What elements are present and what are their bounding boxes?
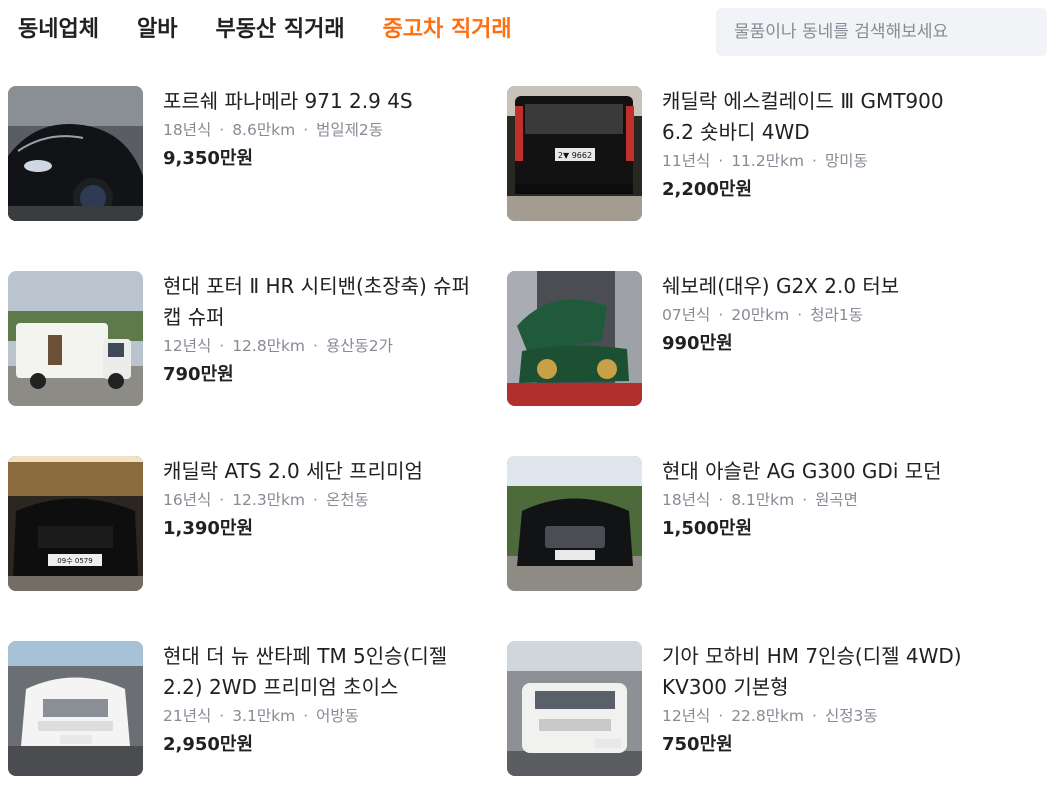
listing-price: 1,500만원 (662, 518, 753, 539)
listing-location: 어방동 (316, 707, 359, 725)
listing-title[interactable]: 캐딜락 에스컬레이드 Ⅲ GMT900 6.2 숏바디 4WD (662, 86, 972, 148)
listing-info: 현대 포터 Ⅱ HR 시티밴(초장축) 슈퍼캡 슈퍼 12년식 · 12.8만km ·… (163, 271, 473, 389)
listing-meta: 12년식 · 12.8만km · 용산동2가 (163, 334, 473, 358)
listing-location: 온천동 (325, 491, 369, 509)
listing-photo-santafe[interactable] (8, 641, 143, 776)
listing-location: 범일제2동 (316, 121, 384, 139)
meta-separator: · (219, 121, 225, 139)
meta-separator: · (313, 491, 318, 509)
listing-title[interactable]: 쉐보레(대우) G2X 2.0 터보 (662, 271, 972, 302)
listing-info: 포르쉐 파나메라 971 2.9 4S 18년식 · 8.6만km · 범일제2동 9,… (163, 86, 473, 173)
listing-year: 07년식 (662, 306, 711, 324)
listing-photo-escalade[interactable]: 2▼ 9662 (507, 86, 642, 221)
listing-mileage: 20만km (731, 306, 790, 324)
listing-title[interactable]: 캐딜락 ATS 2.0 세단 프리미엄 (163, 456, 473, 487)
listing-info: 기아 모하비 HM 7인승(디젤 4WD) KV300 기본형 12년식 · 22.… (662, 641, 972, 759)
listing-mileage: 3.1만km (232, 707, 296, 725)
listing-mileage: 12.8만km (232, 337, 306, 355)
meta-separator: · (303, 707, 309, 725)
listing-location: 청라1동 (810, 306, 863, 324)
listing-year: 11년식 (662, 152, 711, 170)
listing-photo-porter-camper[interactable] (8, 271, 143, 406)
listing-photo-mohave[interactable] (507, 641, 642, 776)
listing-info: 캐딜락 ATS 2.0 세단 프리미엄 16년식 · 12.3만km · 온천동 1,3… (163, 456, 473, 543)
listing-title[interactable]: 현대 아슬란 AG G300 GDi 모던 (662, 456, 972, 487)
listing-price: 2,950만원 (163, 734, 254, 755)
meta-separator: · (797, 306, 803, 324)
listing-mileage: 12.3만km (232, 491, 306, 509)
meta-separator: · (718, 306, 724, 324)
listing-info: 현대 아슬란 AG G300 GDi 모던 18년식 · 8.1만km · 원곡면 1,… (662, 456, 972, 543)
listing-mileage: 8.6만km (232, 121, 296, 139)
meta-separator: · (812, 707, 817, 725)
listing-title[interactable]: 포르쉐 파나메라 971 2.9 4S (163, 86, 473, 117)
listing-location: 신정3동 (824, 707, 878, 725)
meta-separator: · (303, 121, 309, 139)
listing-info: 쉐보레(대우) G2X 2.0 터보 07년식 · 20만km · 청라1동 990만원 (662, 271, 972, 358)
meta-separator: · (313, 337, 318, 355)
listing-photo-porsche[interactable] (8, 86, 143, 221)
listing-card[interactable]: 쉐보레(대우) G2X 2.0 터보 07년식 · 20만km · 청라1동 990만원 (499, 271, 979, 407)
listing-mileage: 11.2만km (731, 152, 805, 170)
listing-card[interactable]: 09수 0579 캐딜락 ATS 2.0 세단 프리미엄 16년식 · 12.3만k… (0, 456, 480, 592)
listing-card[interactable]: 기아 모하비 HM 7인승(디젤 4WD) KV300 기본형 12년식 · 22.… (499, 641, 979, 777)
listing-photo-cadillac-ats[interactable]: 09수 0579 (8, 456, 143, 591)
listing-meta: 21년식 · 3.1만km · 어방동 (163, 704, 473, 728)
listing-mileage: 22.8만km (731, 707, 805, 725)
listing-meta: 12년식 · 22.8만km · 신정3동 (662, 704, 972, 728)
meta-separator: · (219, 337, 225, 355)
listing-year: 12년식 (662, 707, 711, 725)
listing-mileage: 8.1만km (731, 491, 795, 509)
listing-meta: 07년식 · 20만km · 청라1동 (662, 303, 972, 327)
listing-meta: 18년식 · 8.1만km · 원곡면 (662, 488, 972, 512)
listing-location: 원곡면 (815, 491, 858, 509)
meta-separator: · (718, 491, 724, 509)
listing-year: 18년식 (662, 491, 711, 509)
listing-photo-g2x[interactable] (507, 271, 642, 406)
listing-info: 캐딜락 에스컬레이드 Ⅲ GMT900 6.2 숏바디 4WD 11년식 · 11.… (662, 86, 972, 204)
listing-title[interactable]: 기아 모하비 HM 7인승(디젤 4WD) KV300 기본형 (662, 641, 972, 703)
listing-meta: 18년식 · 8.6만km · 범일제2동 (163, 118, 473, 142)
listing-year: 18년식 (163, 121, 212, 139)
listing-photo-aslan[interactable] (507, 456, 642, 591)
listing-grid: 포르쉐 파나메라 971 2.9 4S 18년식 · 8.6만km · 범일제2동 9,… (0, 0, 1047, 798)
meta-separator: · (718, 707, 724, 725)
listing-card[interactable]: 현대 포터 Ⅱ HR 시티밴(초장축) 슈퍼캡 슈퍼 12년식 · 12.8만km ·… (0, 271, 480, 407)
listing-title[interactable]: 현대 포터 Ⅱ HR 시티밴(초장축) 슈퍼캡 슈퍼 (163, 271, 473, 333)
listing-price: 790만원 (163, 364, 234, 385)
listing-price: 750만원 (662, 734, 733, 755)
listing-card[interactable]: 현대 더 뉴 싼타페 TM 5인승(디젤 2.2) 2WD 프리미엄 초이스 2… (0, 641, 480, 777)
meta-separator: · (219, 491, 225, 509)
listing-location: 용산동2가 (325, 337, 393, 355)
listing-card[interactable]: 포르쉐 파나메라 971 2.9 4S 18년식 · 8.6만km · 범일제2동 9,… (0, 86, 480, 222)
meta-separator: · (802, 491, 808, 509)
listing-price: 990만원 (662, 333, 733, 354)
license-plate-text: 2▼ 9662 (558, 151, 592, 160)
listing-price: 1,390만원 (163, 518, 254, 539)
listing-title[interactable]: 현대 더 뉴 싼타페 TM 5인승(디젤 2.2) 2WD 프리미엄 초이스 (163, 641, 473, 703)
listing-year: 16년식 (163, 491, 212, 509)
listing-price: 9,350만원 (163, 148, 254, 169)
listing-location: 망미동 (824, 152, 868, 170)
listing-price: 2,200만원 (662, 179, 753, 200)
listing-year: 12년식 (163, 337, 212, 355)
listing-card[interactable]: 현대 아슬란 AG G300 GDi 모던 18년식 · 8.1만km · 원곡면 1,… (499, 456, 979, 592)
listing-info: 현대 더 뉴 싼타페 TM 5인승(디젤 2.2) 2WD 프리미엄 초이스 2… (163, 641, 473, 759)
meta-separator: · (812, 152, 817, 170)
license-plate-text: 09수 0579 (57, 557, 92, 565)
listing-card[interactable]: 2▼ 9662 캐딜락 에스컬레이드 Ⅲ GMT900 6.2 숏바디 4WD … (499, 86, 979, 222)
listing-meta: 11년식 · 11.2만km · 망미동 (662, 149, 972, 173)
meta-separator: · (718, 152, 724, 170)
listing-meta: 16년식 · 12.3만km · 온천동 (163, 488, 473, 512)
listing-year: 21년식 (163, 707, 212, 725)
meta-separator: · (219, 707, 225, 725)
